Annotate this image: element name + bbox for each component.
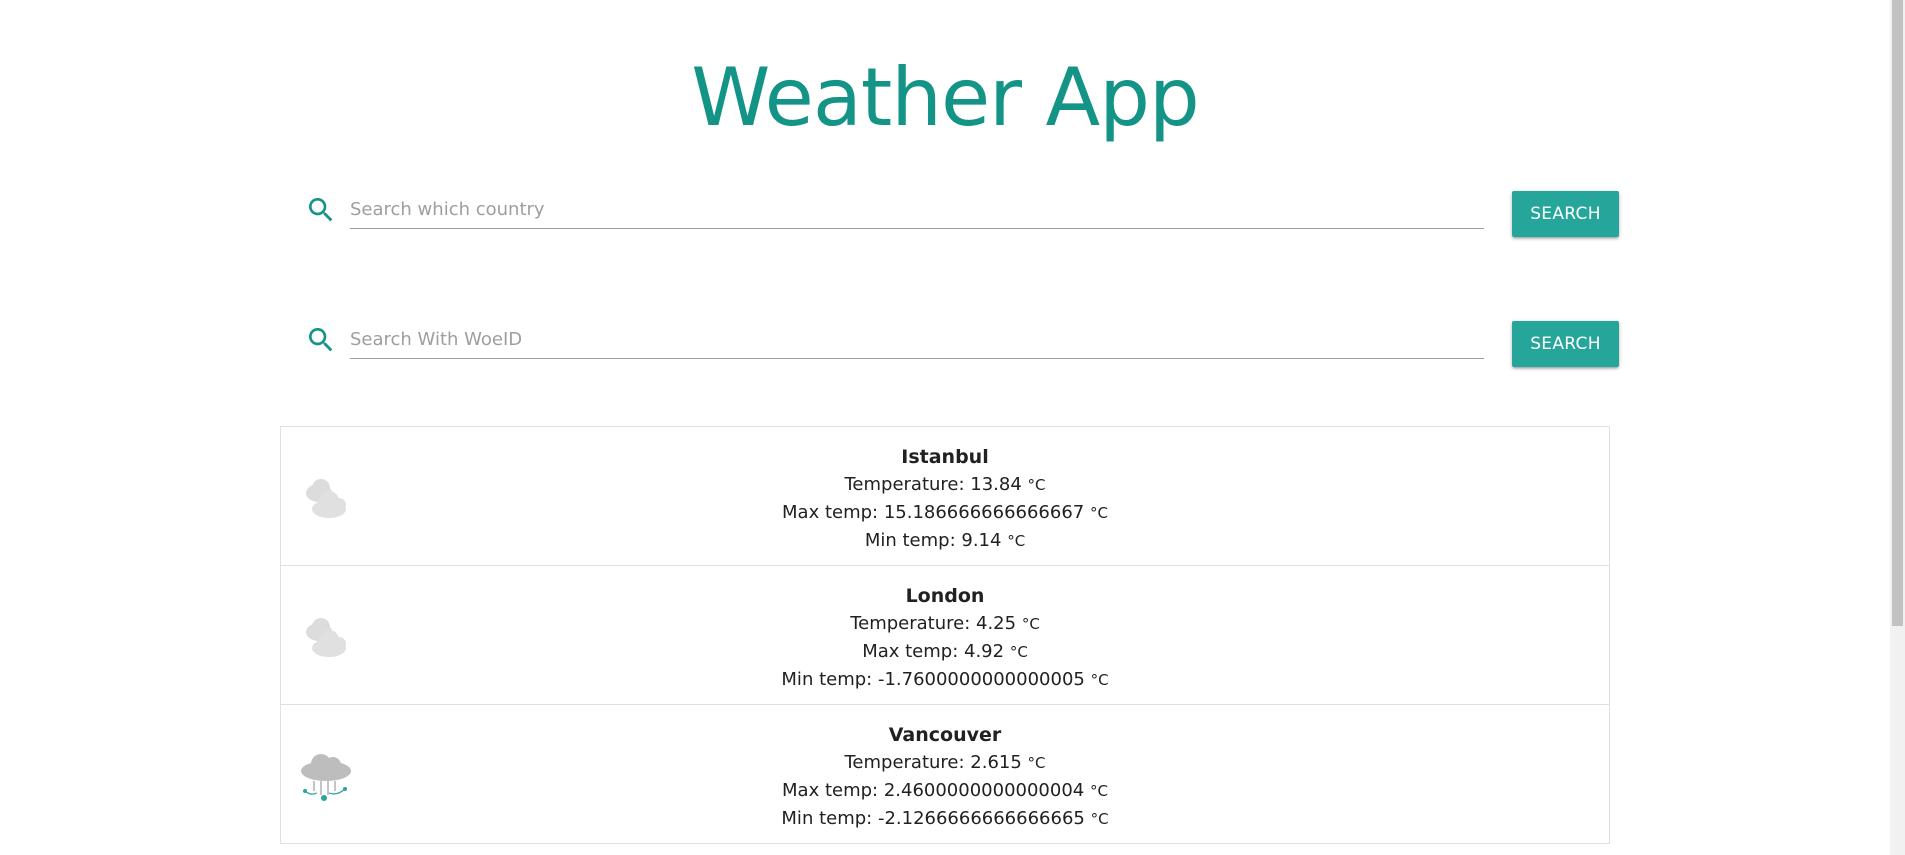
max-temp-line: Max temp: 2.4600000000000004 °C (281, 777, 1609, 805)
city-name: London (905, 585, 985, 607)
search-icon (309, 198, 333, 222)
unit-label: °C (1027, 476, 1046, 494)
country-search-input[interactable] (350, 190, 1484, 229)
unit-label: °C (1021, 615, 1040, 633)
temperature-value: Temperature: 13.84 (844, 474, 1022, 495)
temperature-line: Temperature: 4.25 °C (281, 610, 1609, 638)
result-details: London Temperature: 4.25 °C Max temp: 4.… (281, 582, 1609, 694)
scrollbar[interactable] (1890, 0, 1905, 855)
unit-label: °C (1090, 671, 1109, 689)
scrollbar-thumb[interactable] (1892, 0, 1903, 626)
unit-label: °C (1027, 754, 1046, 772)
temperature-value: Temperature: 4.25 (850, 613, 1017, 634)
list-item[interactable]: Vancouver Temperature: 2.615 °C Max temp… (281, 705, 1609, 844)
max-temp-line: Max temp: 15.186666666666667 °C (281, 499, 1609, 527)
temperature-line: Temperature: 13.84 °C (281, 471, 1609, 499)
city-name: Vancouver (888, 724, 1002, 746)
unit-label: °C (1089, 782, 1108, 800)
weather-results-list: Istanbul Temperature: 13.84 °C Max temp:… (280, 426, 1610, 844)
country-search-row: SEARCH (300, 186, 1620, 242)
unit-label: °C (1090, 810, 1109, 828)
country-search-button[interactable]: SEARCH (1512, 191, 1619, 237)
unit-label: °C (1009, 643, 1028, 661)
page: Weather App SEARCH SEARCH Istanbul (0, 0, 1905, 855)
min-temp-value: Min temp: 9.14 (864, 530, 1002, 551)
min-temp-line: Min temp: -1.7600000000000005 °C (281, 666, 1609, 694)
city-name: Istanbul (901, 446, 989, 468)
min-temp-value: Min temp: -2.1266666666666665 (781, 808, 1085, 829)
result-details: Vancouver Temperature: 2.615 °C Max temp… (281, 721, 1609, 833)
min-temp-value: Min temp: -1.7600000000000005 (781, 669, 1085, 690)
max-temp-value: Max temp: 2.4600000000000004 (782, 780, 1085, 801)
unit-label: °C (1007, 532, 1026, 550)
page-title: Weather App (691, 51, 1200, 144)
min-temp-line: Min temp: -2.1266666666666665 °C (281, 805, 1609, 833)
list-item[interactable]: London Temperature: 4.25 °C Max temp: 4.… (281, 566, 1609, 705)
unit-label: °C (1089, 504, 1108, 522)
temperature-line: Temperature: 2.615 °C (281, 749, 1609, 777)
min-temp-line: Min temp: 9.14 °C (281, 527, 1609, 555)
max-temp-value: Max temp: 4.92 (862, 641, 1005, 662)
max-temp-value: Max temp: 15.186666666666667 (782, 502, 1085, 523)
woeid-search-row: SEARCH (300, 316, 1620, 372)
temperature-value: Temperature: 2.615 (844, 752, 1022, 773)
result-details: Istanbul Temperature: 13.84 °C Max temp:… (281, 443, 1609, 555)
search-icon (309, 328, 333, 352)
list-item[interactable]: Istanbul Temperature: 13.84 °C Max temp:… (281, 427, 1609, 566)
woeid-search-button[interactable]: SEARCH (1512, 321, 1619, 367)
woeid-search-input[interactable] (350, 320, 1484, 359)
max-temp-line: Max temp: 4.92 °C (281, 638, 1609, 666)
